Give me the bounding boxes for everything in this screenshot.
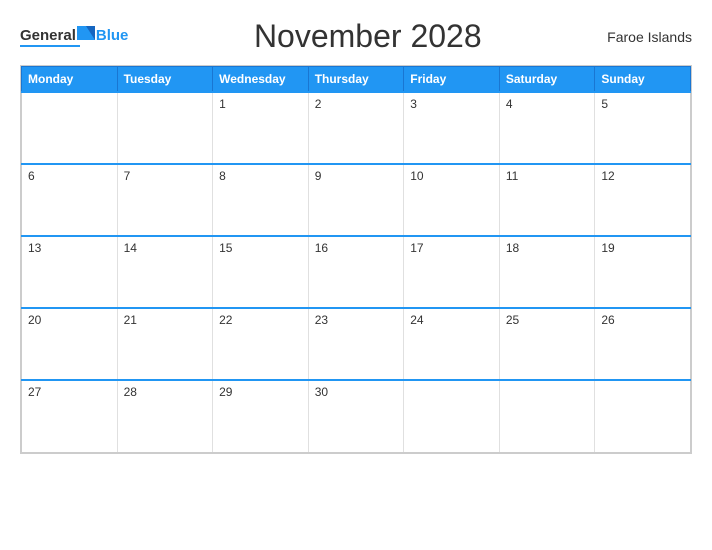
calendar-cell: 4 [499,92,595,164]
calendar-cell: 8 [213,164,309,236]
day-number: 21 [124,313,137,327]
calendar-cell: 28 [117,380,213,452]
region-label: Faroe Islands [607,29,692,45]
calendar-cell: 5 [595,92,691,164]
day-number: 15 [219,241,232,255]
day-number: 4 [506,97,513,111]
calendar-cell: 24 [404,308,500,380]
calendar-cell: 3 [404,92,500,164]
day-number: 30 [315,385,328,399]
day-number: 13 [28,241,41,255]
calendar-cell [499,380,595,452]
calendar-page: General Blue November 2028 Faroe Islands… [0,0,712,550]
calendar-cell [117,92,213,164]
calendar-container: Monday Tuesday Wednesday Thursday Friday… [20,65,692,454]
day-number: 7 [124,169,131,183]
calendar-cell: 6 [22,164,118,236]
day-number: 1 [219,97,226,111]
col-monday: Monday [22,67,118,93]
calendar-cell: 19 [595,236,691,308]
calendar-cell: 15 [213,236,309,308]
month-title: November 2028 [128,18,607,55]
calendar-header: General Blue November 2028 Faroe Islands [20,18,692,55]
calendar-cell: 1 [213,92,309,164]
day-number: 10 [410,169,423,183]
calendar-cell: 29 [213,380,309,452]
day-number: 27 [28,385,41,399]
calendar-cell: 26 [595,308,691,380]
day-number: 25 [506,313,519,327]
logo-general-text: General [20,28,76,43]
calendar-cell: 9 [308,164,404,236]
calendar-cell: 16 [308,236,404,308]
logo-blue-text: Blue [96,28,129,43]
col-sunday: Sunday [595,67,691,93]
day-number: 5 [601,97,608,111]
calendar-cell [404,380,500,452]
col-thursday: Thursday [308,67,404,93]
day-number: 8 [219,169,226,183]
calendar-cell: 20 [22,308,118,380]
day-number: 17 [410,241,423,255]
table-row: 27 28 29 30 [22,380,691,452]
day-number: 14 [124,241,137,255]
table-row: 6 7 8 9 10 11 12 [22,164,691,236]
day-number: 28 [124,385,137,399]
day-number: 18 [506,241,519,255]
day-number: 12 [601,169,614,183]
table-row: 13 14 15 16 17 18 19 [22,236,691,308]
col-friday: Friday [404,67,500,93]
table-row: 20 21 22 23 24 25 26 [22,308,691,380]
col-wednesday: Wednesday [213,67,309,93]
calendar-cell: 2 [308,92,404,164]
calendar-cell: 23 [308,308,404,380]
table-row: 1 2 3 4 5 [22,92,691,164]
calendar-cell: 25 [499,308,595,380]
col-saturday: Saturday [499,67,595,93]
day-number: 3 [410,97,417,111]
calendar-cell: 18 [499,236,595,308]
calendar-cell: 22 [213,308,309,380]
calendar-cell [22,92,118,164]
day-number: 24 [410,313,423,327]
day-number: 20 [28,313,41,327]
calendar-cell: 10 [404,164,500,236]
calendar-table: Monday Tuesday Wednesday Thursday Friday… [21,66,691,453]
logo-icon [77,26,95,40]
calendar-cell: 12 [595,164,691,236]
logo-underline [20,45,80,47]
col-tuesday: Tuesday [117,67,213,93]
day-number: 23 [315,313,328,327]
day-number: 6 [28,169,35,183]
day-number: 26 [601,313,614,327]
day-number: 29 [219,385,232,399]
day-number: 11 [506,169,518,183]
logo: General Blue [20,26,128,43]
logo-area: General Blue [20,26,128,47]
day-number: 16 [315,241,328,255]
calendar-header-row: Monday Tuesday Wednesday Thursday Friday… [22,67,691,93]
calendar-cell: 11 [499,164,595,236]
calendar-cell: 13 [22,236,118,308]
calendar-cell: 27 [22,380,118,452]
day-number: 2 [315,97,322,111]
day-number: 19 [601,241,614,255]
calendar-body: 1234567891011121314151617181920212223242… [22,92,691,452]
calendar-cell: 7 [117,164,213,236]
day-number: 22 [219,313,232,327]
day-number: 9 [315,169,322,183]
calendar-cell [595,380,691,452]
calendar-cell: 30 [308,380,404,452]
calendar-cell: 21 [117,308,213,380]
calendar-cell: 17 [404,236,500,308]
calendar-cell: 14 [117,236,213,308]
